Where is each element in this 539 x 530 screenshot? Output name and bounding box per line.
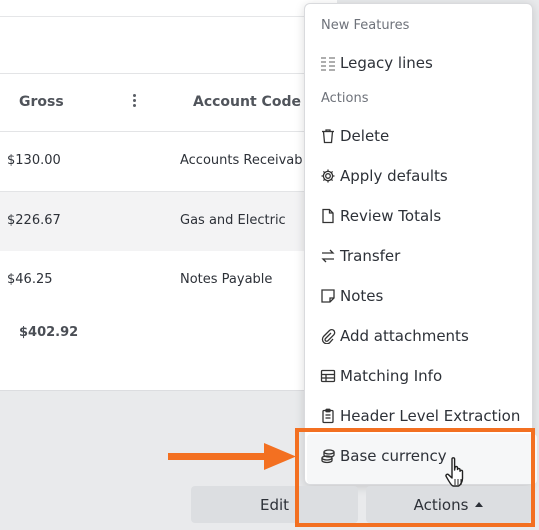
menu-item-label: Apply defaults xyxy=(340,167,448,185)
invoice-lines-card: Gross Account Code $130.00 Accounts Rece… xyxy=(0,0,337,391)
edit-button-label: Edit xyxy=(259,495,290,514)
transfer-arrows-icon xyxy=(319,247,337,265)
table-row[interactable]: $130.00 Accounts Receivab xyxy=(0,132,337,192)
header-gross[interactable]: Gross xyxy=(19,94,64,110)
header-account-code[interactable]: Account Code xyxy=(193,94,301,110)
cell-account-code: Gas and Electric xyxy=(180,213,286,228)
menu-item-review-totals[interactable]: Review Totals xyxy=(319,201,441,231)
table-icon xyxy=(319,367,337,385)
section-new-features: New Features xyxy=(321,18,410,33)
clipboard-icon xyxy=(319,407,337,425)
table-row[interactable]: $46.25 Notes Payable xyxy=(0,251,337,311)
total-gross: $402.92 xyxy=(19,325,79,340)
menu-item-label: Notes xyxy=(340,287,384,305)
totals-row: $402.92 xyxy=(0,309,337,359)
menu-item-delete[interactable]: Delete xyxy=(319,121,389,151)
cell-gross: $46.25 xyxy=(7,272,53,287)
menu-item-label: Review Totals xyxy=(340,207,442,225)
card-divider xyxy=(0,16,337,17)
paperclip-icon xyxy=(319,327,337,345)
menu-item-label: Delete xyxy=(340,127,390,145)
document-icon xyxy=(319,207,337,225)
trash-icon xyxy=(319,127,337,145)
hand-pointer-cursor-icon xyxy=(445,457,464,487)
gear-icon xyxy=(319,167,337,185)
menu-item-label: Add attachments xyxy=(340,327,469,345)
columns-icon xyxy=(319,54,337,72)
cell-account-code: Accounts Receivab xyxy=(180,153,303,168)
menu-item-label: Header Level Extraction xyxy=(340,407,521,425)
table-row[interactable]: $226.67 Gas and Electric xyxy=(0,192,337,252)
menu-item-label: Transfer xyxy=(340,247,401,265)
menu-item-transfer[interactable]: Transfer xyxy=(319,241,400,271)
annotation-arrow-icon xyxy=(168,443,296,470)
column-menu-kebab-icon[interactable] xyxy=(128,92,140,112)
table-header: Gross Account Code xyxy=(0,73,337,132)
annotation-highlight-box xyxy=(295,428,535,527)
menu-item-apply-defaults[interactable]: Apply defaults xyxy=(319,161,448,191)
menu-item-label: Matching Info xyxy=(340,367,443,385)
menu-item-matching-info[interactable]: Matching Info xyxy=(319,361,442,391)
menu-item-label: Legacy lines xyxy=(340,54,433,72)
actions-dropdown-menu: New Features Legacy lines Actions Delete… xyxy=(304,3,537,485)
menu-item-notes[interactable]: Notes xyxy=(319,281,383,311)
menu-item-legacy-lines[interactable]: Legacy lines xyxy=(319,48,433,78)
cell-gross: $130.00 xyxy=(7,153,61,168)
note-icon xyxy=(319,287,337,305)
section-actions: Actions xyxy=(321,91,369,106)
cell-gross: $226.67 xyxy=(7,213,61,228)
cell-account-code: Notes Payable xyxy=(180,272,273,287)
menu-item-header-level-extraction[interactable]: Header Level Extraction xyxy=(319,401,520,431)
menu-item-add-attachments[interactable]: Add attachments xyxy=(319,321,469,351)
